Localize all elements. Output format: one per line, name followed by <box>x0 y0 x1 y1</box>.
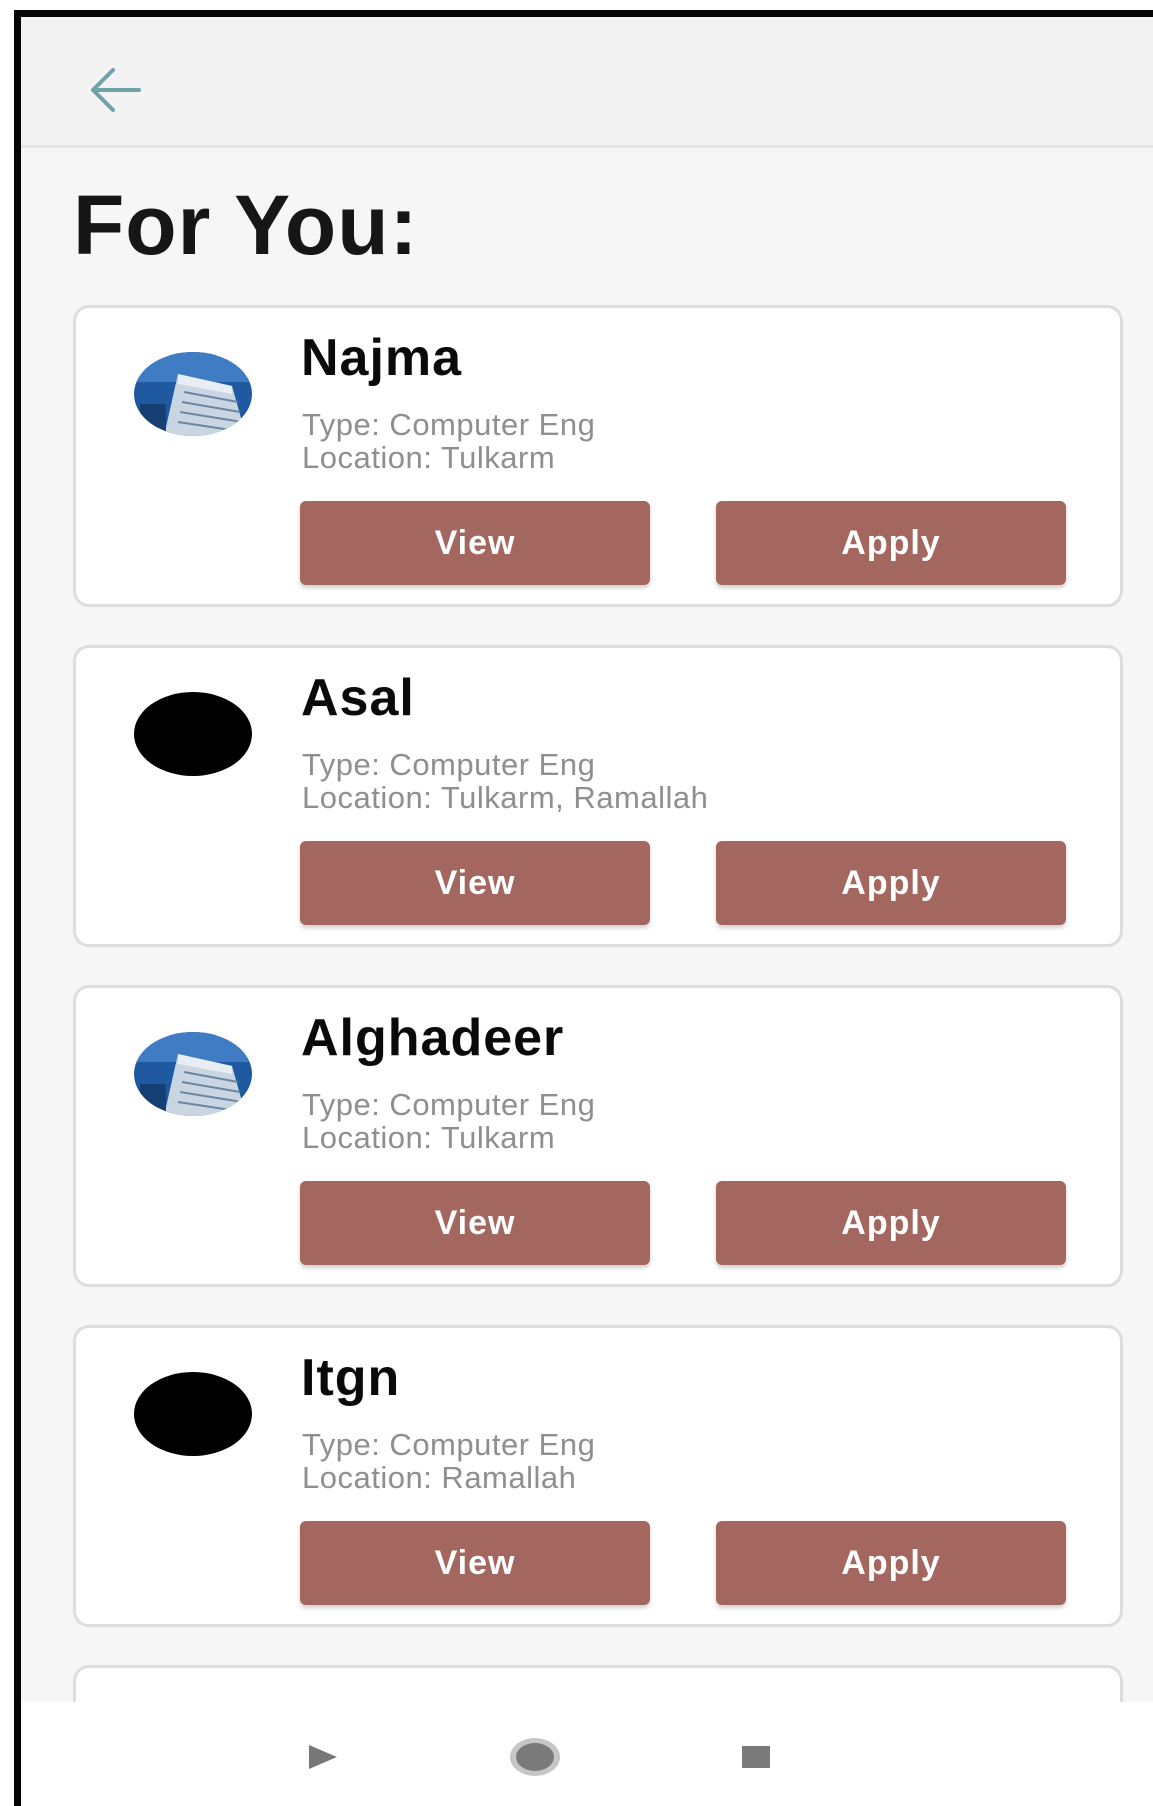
arrow-left-icon <box>91 68 141 112</box>
building-photo-icon <box>134 352 252 436</box>
company-card: Asal Type: Computer Eng Location: Tulkar… <box>73 645 1123 947</box>
page-title: For You: <box>73 178 419 272</box>
app-screen: For You: Najma Type: Computer Eng Locati… <box>14 10 1153 1806</box>
company-type: Type: Computer Eng <box>302 1087 596 1122</box>
view-button[interactable]: View <box>300 1521 650 1605</box>
company-details: Type: Computer Eng Location: Tulkarm <box>302 408 595 474</box>
nav-back-button[interactable] <box>293 1732 353 1782</box>
building-photo-icon <box>134 1032 252 1116</box>
company-name: Itgn <box>301 1349 401 1407</box>
nav-recents-button[interactable] <box>726 1732 786 1782</box>
view-button[interactable]: View <box>300 501 650 585</box>
company-avatar <box>134 692 252 776</box>
system-navigation-bar <box>21 1702 1153 1806</box>
company-location: Location: Ramallah <box>302 1460 577 1495</box>
apply-button[interactable]: Apply <box>716 1521 1066 1605</box>
company-type: Type: Computer Eng <box>302 1427 596 1462</box>
company-name: Najma <box>301 329 463 387</box>
company-location: Location: Tulkarm, Ramallah <box>302 780 709 815</box>
black-circle-icon <box>134 692 252 776</box>
company-card: Alghadeer Type: Computer Eng Location: T… <box>73 985 1123 1287</box>
company-avatar <box>134 1032 252 1116</box>
company-details: Type: Computer Eng Location: Ramallah <box>302 1428 595 1494</box>
recents-square-icon <box>742 1746 770 1768</box>
company-card: Najma Type: Computer Eng Location: Tulka… <box>73 305 1123 607</box>
black-circle-icon <box>134 1372 252 1456</box>
company-card: Itgn Type: Computer Eng Location: Ramall… <box>73 1325 1123 1627</box>
company-name: Asal <box>301 669 415 727</box>
company-location: Location: Tulkarm <box>302 440 556 475</box>
back-button[interactable] <box>81 55 151 125</box>
company-details: Type: Computer Eng Location: Tulkarm <box>302 1088 595 1154</box>
company-type: Type: Computer Eng <box>302 407 596 442</box>
company-type: Type: Computer Eng <box>302 747 596 782</box>
view-button[interactable]: View <box>300 1181 650 1265</box>
company-location: Location: Tulkarm <box>302 1120 556 1155</box>
apply-button[interactable]: Apply <box>716 501 1066 585</box>
company-avatar <box>134 1372 252 1456</box>
apply-button[interactable]: Apply <box>716 1181 1066 1265</box>
top-app-bar <box>21 17 1153 148</box>
view-button[interactable]: View <box>300 841 650 925</box>
home-circle-icon <box>510 1738 560 1776</box>
company-name: Alghadeer <box>301 1009 565 1067</box>
company-avatar <box>134 352 252 436</box>
nav-home-button[interactable] <box>505 1732 565 1782</box>
apply-button[interactable]: Apply <box>716 841 1066 925</box>
company-details: Type: Computer Eng Location: Tulkarm, Ra… <box>302 748 708 814</box>
company-list: Najma Type: Computer Eng Location: Tulka… <box>73 305 1123 1785</box>
back-triangle-icon <box>309 1745 337 1769</box>
